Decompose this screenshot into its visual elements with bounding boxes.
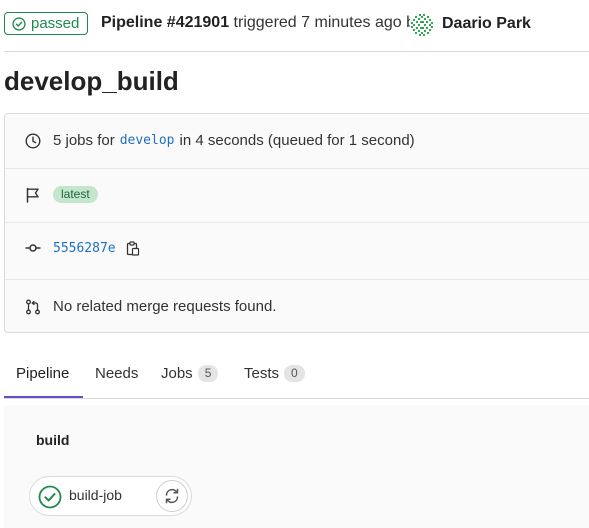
commit-icon xyxy=(25,240,41,256)
info-divider xyxy=(5,168,589,169)
jobs-count-badge: 5 xyxy=(197,365,219,382)
check-circle-icon xyxy=(12,16,26,31)
status-label: passed xyxy=(31,15,80,32)
commit-row: 5556287e xyxy=(5,240,589,256)
tabs-divider xyxy=(4,398,589,399)
avatar[interactable] xyxy=(410,13,434,37)
page-title: develop_build xyxy=(4,66,179,96)
stage-name: build xyxy=(36,432,70,448)
merge-requests-text: No related merge requests found. xyxy=(53,298,277,315)
author-name[interactable]: Daario Park xyxy=(442,15,531,33)
tab-label: Tests xyxy=(244,365,280,382)
tab-jobs[interactable]: Jobs 5 xyxy=(161,365,219,382)
header-divider xyxy=(4,51,589,52)
pipeline-info-card: 5 jobs for develop in 4 seconds (queued … xyxy=(4,113,589,333)
jobs-suffix: in 4 seconds (queued for 1 second) xyxy=(179,132,415,149)
retry-button[interactable] xyxy=(156,480,188,512)
latest-badge: latest xyxy=(53,186,98,203)
flag-icon xyxy=(25,187,41,203)
info-divider xyxy=(5,279,589,280)
clock-icon xyxy=(25,132,41,149)
retry-icon xyxy=(165,488,179,504)
branch-link[interactable]: develop xyxy=(120,133,175,148)
job-build-job[interactable]: build-job xyxy=(29,476,192,516)
triggered-text: triggered 7 minutes ago by xyxy=(233,14,423,31)
merge-request-icon xyxy=(25,299,41,315)
info-divider xyxy=(5,222,589,223)
pipeline-id: Pipeline #421901 xyxy=(101,14,230,31)
jobs-prefix: 5 jobs for xyxy=(53,132,115,149)
pipeline-summary: Pipeline #421901 triggered 7 minutes ago… xyxy=(101,14,423,32)
check-circle-icon xyxy=(38,485,62,509)
commit-sha-link[interactable]: 5556287e xyxy=(53,241,116,256)
badges-row: latest xyxy=(5,186,589,203)
jobs-summary-row: 5 jobs for develop in 4 seconds (queued … xyxy=(5,132,589,149)
tab-tests[interactable]: Tests 0 xyxy=(244,365,305,382)
tab-label: Needs xyxy=(95,365,139,382)
status-badge[interactable]: passed xyxy=(4,12,88,35)
merge-requests-row: No related merge requests found. xyxy=(5,298,589,315)
job-name: build-job xyxy=(69,487,122,503)
tab-label: Pipeline xyxy=(16,365,70,382)
tab-label: Jobs xyxy=(161,365,193,382)
copy-icon[interactable] xyxy=(126,240,140,256)
tests-count-badge: 0 xyxy=(284,365,305,382)
tab-pipeline[interactable]: Pipeline xyxy=(16,365,69,382)
tab-needs[interactable]: Needs xyxy=(95,365,138,382)
